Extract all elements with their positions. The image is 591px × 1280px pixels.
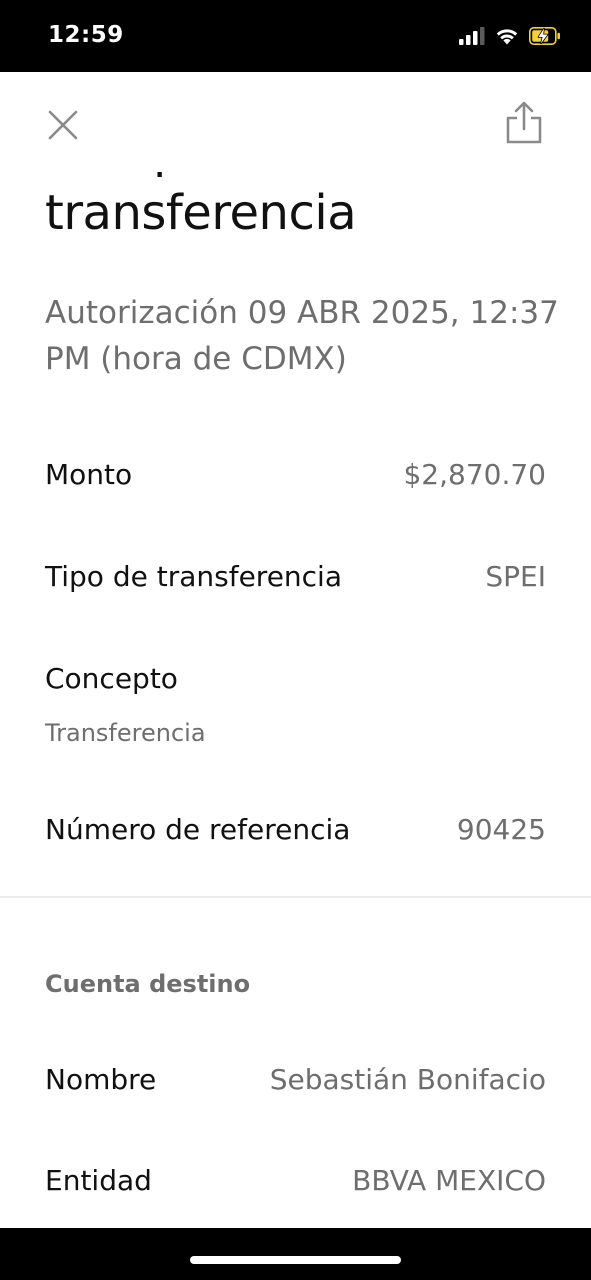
title-container: Comprobante de transferencia — [0, 172, 591, 272]
status-icons — [459, 27, 561, 45]
home-indicator[interactable] — [190, 1256, 401, 1264]
wifi-icon — [496, 29, 518, 45]
amount-label: Monto — [45, 458, 133, 491]
detail-row-name: Nombre Sebastián Bonifacio — [45, 1063, 546, 1103]
name-label: Nombre — [45, 1063, 157, 1096]
authorization-date: Autorización 09 ABR 2025, 12:37 PM (hora… — [45, 295, 559, 377]
transfer-type-value: SPEI — [485, 560, 546, 593]
concept-value: Transferencia — [45, 719, 206, 747]
entity-label: Entidad — [45, 1164, 152, 1197]
close-icon[interactable] — [46, 108, 80, 142]
page-title: Comprobante de transferencia — [45, 172, 441, 241]
name-value: Sebastián Bonifacio — [269, 1063, 546, 1096]
status-time: 12:59 — [48, 22, 124, 48]
detail-row-amount: Monto $2,870.70 — [45, 458, 546, 498]
divider — [0, 896, 591, 898]
transfer-type-label: Tipo de transferencia — [45, 560, 342, 593]
concept-label: Concepto — [45, 662, 178, 695]
reference-label: Número de referencia — [45, 813, 351, 846]
status-bar: 12:59 — [0, 0, 591, 72]
cellular-signal-icon — [459, 27, 485, 45]
receipt-sheet: Comprobante de transferencia Autorizació… — [0, 72, 591, 1228]
detail-row-concept: Concepto — [45, 662, 546, 702]
home-indicator-area — [0, 1228, 591, 1280]
detail-row-reference: Número de referencia 90425 — [45, 813, 546, 853]
detail-row-entity: Entidad BBVA MEXICO — [45, 1164, 546, 1204]
amount-value: $2,870.70 — [403, 458, 546, 491]
battery-charging-icon — [529, 27, 560, 45]
reference-value: 90425 — [456, 813, 546, 846]
detail-row-transfer-type: Tipo de transferencia SPEI — [45, 560, 546, 600]
entity-value: BBVA MEXICO — [352, 1164, 546, 1197]
destination-section-title: Cuenta destino — [45, 970, 251, 998]
share-icon[interactable] — [504, 100, 544, 144]
